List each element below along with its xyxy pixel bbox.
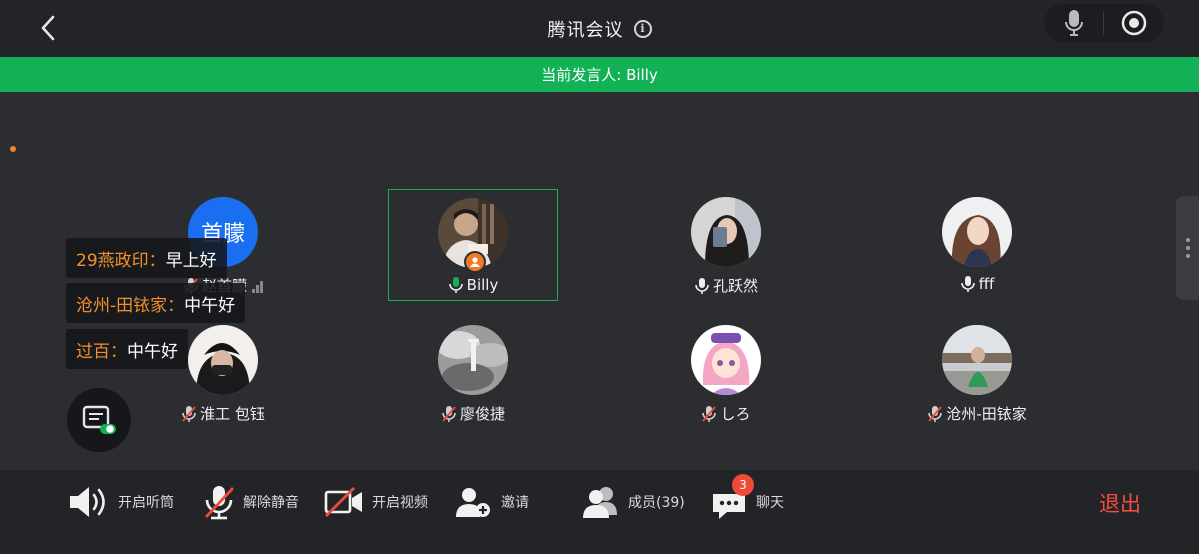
participant-name-line: しろ <box>641 403 811 424</box>
start-video-label: 开启视频 <box>372 495 428 511</box>
exit-button[interactable]: 退出 <box>1099 488 1141 518</box>
participant-name-line: 廖俊捷 <box>388 403 558 424</box>
mic-muted-icon <box>442 405 456 422</box>
top-right-controls <box>1044 4 1164 42</box>
chat-button[interactable]: 3 聊天 <box>710 470 784 534</box>
members-button[interactable]: 成员(39) <box>582 470 685 534</box>
participant-name-line: Billy <box>389 276 557 294</box>
speaker-label: 开启听筒 <box>118 495 174 511</box>
microphone-icon <box>695 277 709 294</box>
avatar <box>942 197 1012 267</box>
handle-dot <box>1185 246 1190 250</box>
chat-label: 聊天 <box>756 495 784 511</box>
speaker-button[interactable]: 开启听筒 <box>68 470 174 534</box>
unmute-label: 解除静音 <box>243 495 299 511</box>
avatar <box>691 197 761 267</box>
mic-muted-icon <box>182 405 196 422</box>
microphone-icon <box>960 276 975 292</box>
chat-message: 沧州-田铱家： 中午好 <box>66 283 246 323</box>
chat-toggle-icon <box>82 405 116 434</box>
participant-name: fff <box>978 275 995 293</box>
record-button[interactable] <box>1104 4 1163 42</box>
participant-name: Billy <box>466 276 499 294</box>
chat-sender: 沧州-田铱家： <box>76 295 185 316</box>
chat-sender: 过百： <box>76 341 127 362</box>
participant-name: しろ <box>720 405 751 423</box>
invite-button[interactable]: 邀请 <box>455 470 529 534</box>
participant-tile[interactable]: 廖俊捷 <box>388 317 558 429</box>
unread-badge: 3 <box>732 474 754 496</box>
mic-muted-icon <box>928 405 943 422</box>
avatar <box>438 325 508 395</box>
participant-name-line: fff <box>892 275 1062 293</box>
participant-tile[interactable]: しろ <box>641 317 811 429</box>
chat-message: 过百： 中午好 <box>66 329 188 369</box>
mic-muted-icon <box>204 486 235 520</box>
meeting-title: 腾讯会议 <box>547 19 624 41</box>
members-icon <box>583 487 617 518</box>
signal-icon <box>251 279 263 293</box>
chat-overlay-toggle-button[interactable] <box>67 388 131 452</box>
invite-label: 邀请 <box>501 495 529 511</box>
chat-text: 早上好 <box>165 250 217 271</box>
chat-text: 中午好 <box>127 341 178 362</box>
host-icon <box>464 251 486 273</box>
chat-text: 中午好 <box>184 295 236 316</box>
meeting-screen: 腾讯会议 i 当前发言人: Billy 首朦 Billy 孔跃然 fff 淮工 … <box>0 0 1199 554</box>
add-user-icon <box>456 488 490 517</box>
handle-dot <box>1185 238 1190 242</box>
handle-dot <box>1185 254 1190 258</box>
participant-tile[interactable]: 孔跃然 <box>641 189 811 301</box>
top-bar: 腾讯会议 i <box>0 0 1199 57</box>
bottom-toolbar: 开启听筒 解除静音 开启视频 邀请 成员(39) 3 聊天 退出 <box>0 470 1199 554</box>
participant-name: 淮工 包钰 <box>200 405 265 423</box>
microphone-icon <box>1064 10 1083 36</box>
info-icon[interactable]: i <box>633 19 652 38</box>
video-off-icon <box>324 487 362 517</box>
status-dot <box>10 146 16 152</box>
members-label: 成员(39) <box>628 495 685 511</box>
chevron-left-icon <box>41 15 55 41</box>
participant-name-line: 沧州-田铱家 <box>892 403 1062 424</box>
participant-tile[interactable]: fff <box>892 189 1062 301</box>
mic-muted-icon <box>702 405 717 422</box>
participant-name-line: 淮工 包钰 <box>138 403 308 424</box>
participant-name: 廖俊捷 <box>459 405 505 423</box>
record-icon <box>1121 10 1146 36</box>
participant-tile-active[interactable]: Billy <box>388 189 558 301</box>
start-video-button[interactable]: 开启视频 <box>324 470 428 534</box>
participant-tile[interactable]: 沧州-田铱家 <box>892 317 1062 429</box>
avatar <box>188 325 258 395</box>
participant-name-line: 孔跃然 <box>641 275 811 296</box>
unmute-button[interactable]: 解除静音 <box>203 470 299 534</box>
side-panel-handle[interactable] <box>1176 196 1199 300</box>
back-button[interactable] <box>36 13 64 43</box>
chat-message: 29燕政印： 早上好 <box>66 238 227 278</box>
avatar <box>691 325 761 395</box>
participant-name: 孔跃然 <box>712 277 758 295</box>
audio-route-button[interactable] <box>1044 4 1103 42</box>
participant-name: 沧州-田铱家 <box>946 405 1027 423</box>
current-speaker-banner: 当前发言人: Billy <box>0 57 1199 92</box>
mic-active-icon <box>448 277 463 293</box>
chat-sender: 29燕政印： <box>76 250 166 271</box>
avatar <box>942 325 1012 395</box>
speaker-icon <box>70 487 105 517</box>
